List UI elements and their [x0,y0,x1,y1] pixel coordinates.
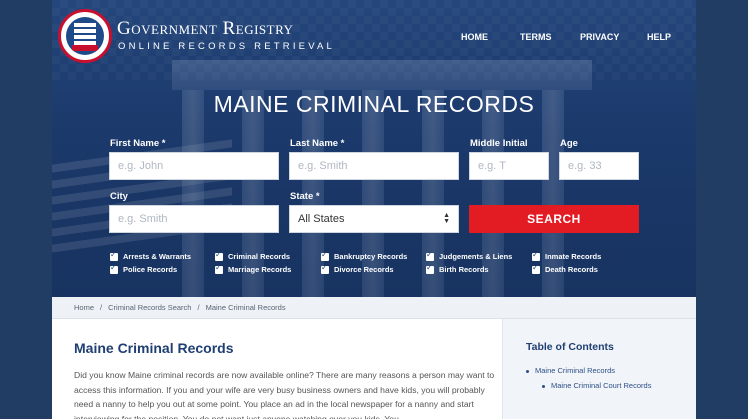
breadcrumb-criminal-records-search[interactable]: Criminal Records Search [108,303,191,312]
logo-seal-icon[interactable] [58,9,112,63]
brand-title[interactable]: Government Registry [117,18,293,40]
state-select[interactable]: All States ▲ ▼ [289,205,459,233]
nav-home[interactable]: HOME [461,32,488,42]
state-label: State * [290,191,320,202]
state-select-value: All States [298,213,345,225]
breadcrumb-home[interactable]: Home [74,303,94,312]
checkbox-birth-records[interactable]: Birth Records [426,263,489,274]
toc-item-maine-criminal-court-records[interactable]: Maine Criminal Court Records [542,381,651,390]
checkbox-icon [532,250,540,261]
age-label: Age [560,138,578,149]
brand-subtitle: ONLINE RECORDS RETRIEVAL [118,41,336,52]
content-paragraph: Did you know Maine criminal records are … [74,370,495,419]
checkbox-icon [321,263,329,274]
checkbox-icon [110,263,118,274]
breadcrumb-current: Maine Criminal Records [205,303,286,312]
city-input[interactable] [109,205,279,233]
middle-initial-label: Middle Initial [470,138,528,149]
page-frame: Government Registry ONLINE RECORDS RETRI… [52,0,696,419]
search-button[interactable]: SEARCH [469,205,639,233]
nav-terms[interactable]: TERMS [520,32,552,42]
bullet-icon [542,384,545,388]
middle-initial-input[interactable] [469,152,549,180]
checkbox-icon [426,263,434,274]
checkbox-police-records[interactable]: Police Records [110,263,177,274]
last-name-input[interactable] [289,152,459,180]
toc-item-maine-criminal-records[interactable]: Maine Criminal Records [526,366,615,375]
breadcrumb: Home / Criminal Records Search / Maine C… [52,297,696,319]
checkbox-death-records[interactable]: Death Records [532,263,598,274]
checkbox-icon [321,250,329,261]
checkbox-divorce-records[interactable]: Divorce Records [321,263,394,274]
hero-section: Government Registry ONLINE RECORDS RETRI… [52,0,696,297]
table-of-contents: Table of Contents Maine Criminal Records… [502,319,696,419]
checkbox-icon [110,250,118,261]
age-input[interactable] [559,152,639,180]
nav-privacy[interactable]: PRIVACY [580,32,619,42]
checkbox-arrests-warrants[interactable]: Arrests & Warrants [110,250,191,261]
city-label: City [110,191,128,202]
checkbox-bankruptcy-records[interactable]: Bankruptcy Records [321,250,407,261]
first-name-label: First Name * [110,138,166,149]
checkbox-judgements-liens[interactable]: Judgements & Liens [426,250,512,261]
checkbox-criminal-records[interactable]: Criminal Records [215,250,290,261]
content-title: Maine Criminal Records [74,340,234,356]
first-name-input[interactable] [109,152,279,180]
checkbox-marriage-records[interactable]: Marriage Records [215,263,291,274]
checkbox-icon [215,250,223,261]
bullet-icon [526,369,529,373]
checkbox-icon [426,250,434,261]
nav-help[interactable]: HELP [647,32,671,42]
last-name-label: Last Name * [290,138,345,149]
page-title: MAINE CRIMINAL RECORDS [213,91,535,117]
checkbox-icon [532,263,540,274]
toc-title: Table of Contents [526,341,614,353]
checkbox-icon [215,263,223,274]
select-arrows-icon: ▲ ▼ [443,212,450,225]
checkbox-inmate-records[interactable]: Inmate Records [532,250,601,261]
